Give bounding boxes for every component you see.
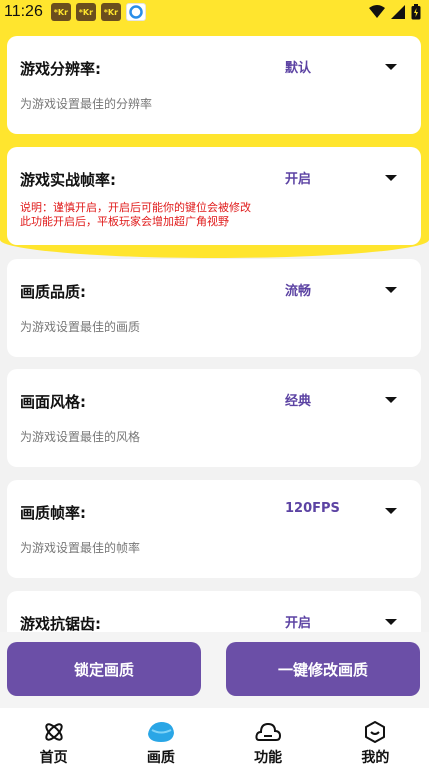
browser-notification-icon: [125, 3, 146, 21]
setting-value: 流畅: [285, 284, 312, 299]
tab-quality[interactable]: 画质: [107, 708, 214, 773]
setting-desc: 为游戏设置最佳的帧率: [20, 541, 141, 555]
notification-icon: *Kr: [50, 3, 71, 21]
tab-features[interactable]: 功能: [215, 708, 322, 773]
tab-profile[interactable]: 我的: [322, 708, 429, 773]
setting-desc: 为游戏设置最佳的风格: [20, 430, 141, 444]
dropdown-arrow-icon[interactable]: [385, 175, 397, 181]
dropdown-arrow-icon[interactable]: [385, 619, 397, 625]
setting-card-style[interactable]: 画面风格: 经典 为游戏设置最佳的风格: [7, 369, 421, 467]
dropdown-arrow-icon[interactable]: [385, 508, 397, 514]
setting-card-quality[interactable]: 画质品质: 流畅 为游戏设置最佳的画质: [7, 259, 421, 357]
smile-box-icon: [365, 721, 386, 743]
setting-note: 说明：谨慎开启，开启后可能你的键位会被修改 此功能开启后，平板玩家会增加超广角视…: [20, 201, 290, 229]
dropdown-arrow-icon[interactable]: [385, 64, 397, 70]
setting-title: 游戏抗锯齿:: [20, 615, 101, 633]
setting-title: 画面风格:: [20, 393, 86, 411]
setting-desc: 为游戏设置最佳的分辨率: [20, 97, 153, 111]
bottom-tab-bar: 首页 画质 功能 我的: [0, 708, 429, 773]
dropdown-arrow-icon[interactable]: [385, 287, 397, 293]
setting-value: 开启: [285, 616, 312, 631]
setting-value: 120FPS: [285, 501, 340, 516]
tab-label: 我的: [361, 750, 390, 766]
lock-quality-button[interactable]: 锁定画质: [7, 642, 201, 696]
setting-note-line: 此功能开启后，平板玩家会增加超广角视野: [20, 215, 229, 228]
cloud-icon: [255, 722, 282, 741]
setting-value: 开启: [285, 172, 312, 187]
tab-label: 功能: [254, 750, 283, 766]
notification-icon: *Kr: [75, 3, 96, 21]
setting-title: 游戏分辨率:: [20, 60, 101, 78]
status-time: 11:26: [4, 3, 43, 20]
setting-card-combat-framerate[interactable]: 游戏实战帧率: 开启 说明：谨慎开启，开启后可能你的键位会被修改 此功能开启后，…: [7, 147, 421, 245]
battery-icon: [411, 4, 421, 20]
tab-label: 首页: [39, 750, 68, 766]
setting-title: 画质帧率:: [20, 504, 86, 522]
status-bar: 11:26 *Kr *Kr *Kr: [0, 0, 429, 24]
setting-title: 游戏实战帧率:: [20, 171, 116, 189]
wifi-icon: [369, 5, 385, 18]
setting-value: 默认: [285, 61, 312, 76]
setting-desc: 为游戏设置最佳的画质: [20, 320, 141, 334]
atom-icon: [44, 723, 63, 741]
signal-icon: [391, 5, 405, 19]
tab-label: 画质: [146, 750, 175, 766]
setting-card-resolution[interactable]: 游戏分辨率: 默认 为游戏设置最佳的分辨率: [7, 36, 421, 134]
setting-value: 经典: [285, 394, 312, 409]
apply-quality-button[interactable]: 一键修改画质: [226, 642, 420, 696]
setting-card-framerate[interactable]: 画质帧率: 120FPS 为游戏设置最佳的帧率: [7, 480, 421, 578]
action-button-row: 锁定画质 一键修改画质: [0, 632, 429, 708]
setting-note-line: 说明：谨慎开启，开启后可能你的键位会被修改: [20, 201, 251, 214]
setting-title: 画质品质:: [20, 283, 86, 301]
notification-icon: *Kr: [100, 3, 121, 21]
dropdown-arrow-icon[interactable]: [385, 397, 397, 403]
blob-icon: [147, 722, 174, 742]
tab-home[interactable]: 首页: [0, 708, 107, 773]
